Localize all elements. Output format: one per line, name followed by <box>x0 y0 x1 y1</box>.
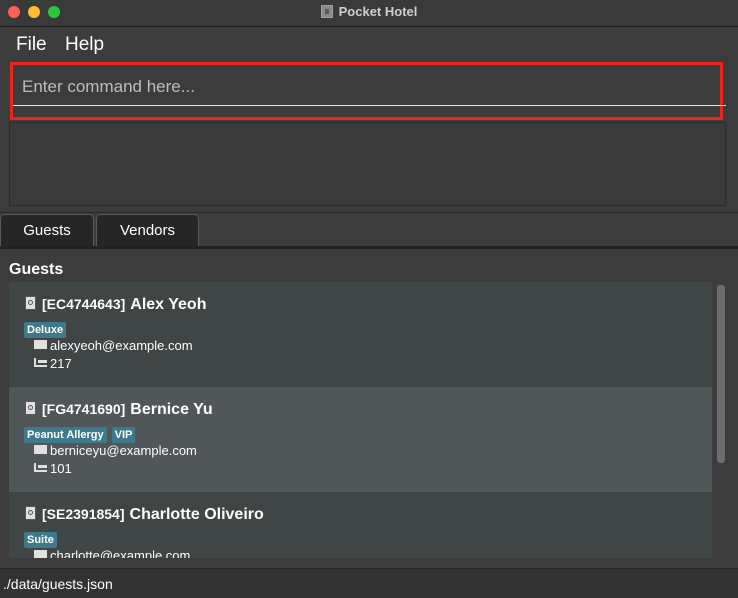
guest-room: 101 <box>50 461 72 476</box>
tab-vendors[interactable]: Vendors <box>96 214 199 246</box>
guest-card[interactable]: [SE2391854] Charlotte Oliveiro Suite char… <box>9 492 712 558</box>
result-display <box>9 122 726 206</box>
bed-icon <box>34 358 47 367</box>
tag: VIP <box>111 427 136 443</box>
guest-id: [EC4744643] <box>42 296 126 312</box>
guest-email: berniceyu@example.com <box>50 443 197 458</box>
passport-icon <box>25 296 36 310</box>
mail-icon <box>34 445 47 454</box>
window-title: Pocket Hotel <box>338 4 418 19</box>
menu-bar: File Help <box>0 27 738 59</box>
guest-id: [SE2391854] <box>42 506 125 522</box>
mail-icon <box>34 340 47 349</box>
title-bar: Pocket Hotel <box>0 0 738 27</box>
section-title: Guests <box>9 261 64 278</box>
bed-icon <box>34 463 47 472</box>
command-input[interactable] <box>13 68 726 106</box>
guest-tags: Deluxe <box>24 320 71 338</box>
tag: Suite <box>24 532 57 548</box>
passport-icon <box>25 401 36 415</box>
mail-icon <box>34 550 47 558</box>
guest-email: charlotte@example.com <box>50 548 191 558</box>
guest-card[interactable]: [EC4744643] Alex Yeoh Deluxe alexyeoh@exa… <box>9 282 712 387</box>
guest-name: Bernice Yu <box>130 401 213 418</box>
menu-file[interactable]: File <box>16 34 47 56</box>
hotel-icon <box>320 5 333 18</box>
divider <box>0 212 738 213</box>
guest-tags: Suite <box>24 530 62 548</box>
passport-icon <box>25 506 36 520</box>
tag: Peanut Allergy <box>24 427 107 443</box>
menu-help[interactable]: Help <box>65 34 104 56</box>
tab-guests[interactable]: Guests <box>0 214 94 246</box>
guest-card[interactable]: [FG4741690] Bernice Yu Peanut Allergy VIP … <box>9 387 712 492</box>
guest-name: Alex Yeoh <box>130 296 207 313</box>
data-file-path: ./data/guests.json <box>3 576 113 592</box>
guest-list[interactable]: [EC4744643] Alex Yeoh Deluxe alexyeoh@exa… <box>9 282 712 558</box>
list-scrollbar[interactable] <box>717 285 725 463</box>
tag: Deluxe <box>24 322 67 338</box>
guest-email: alexyeoh@example.com <box>50 338 193 353</box>
guest-name: Charlotte Oliveiro <box>129 506 264 523</box>
status-bar: ./data/guests.json <box>0 568 738 598</box>
guest-tags: Peanut Allergy VIP <box>24 425 140 443</box>
guest-room: 217 <box>50 356 72 371</box>
tab-strip-divider <box>0 246 738 249</box>
guest-id: [FG4741690] <box>42 401 126 417</box>
